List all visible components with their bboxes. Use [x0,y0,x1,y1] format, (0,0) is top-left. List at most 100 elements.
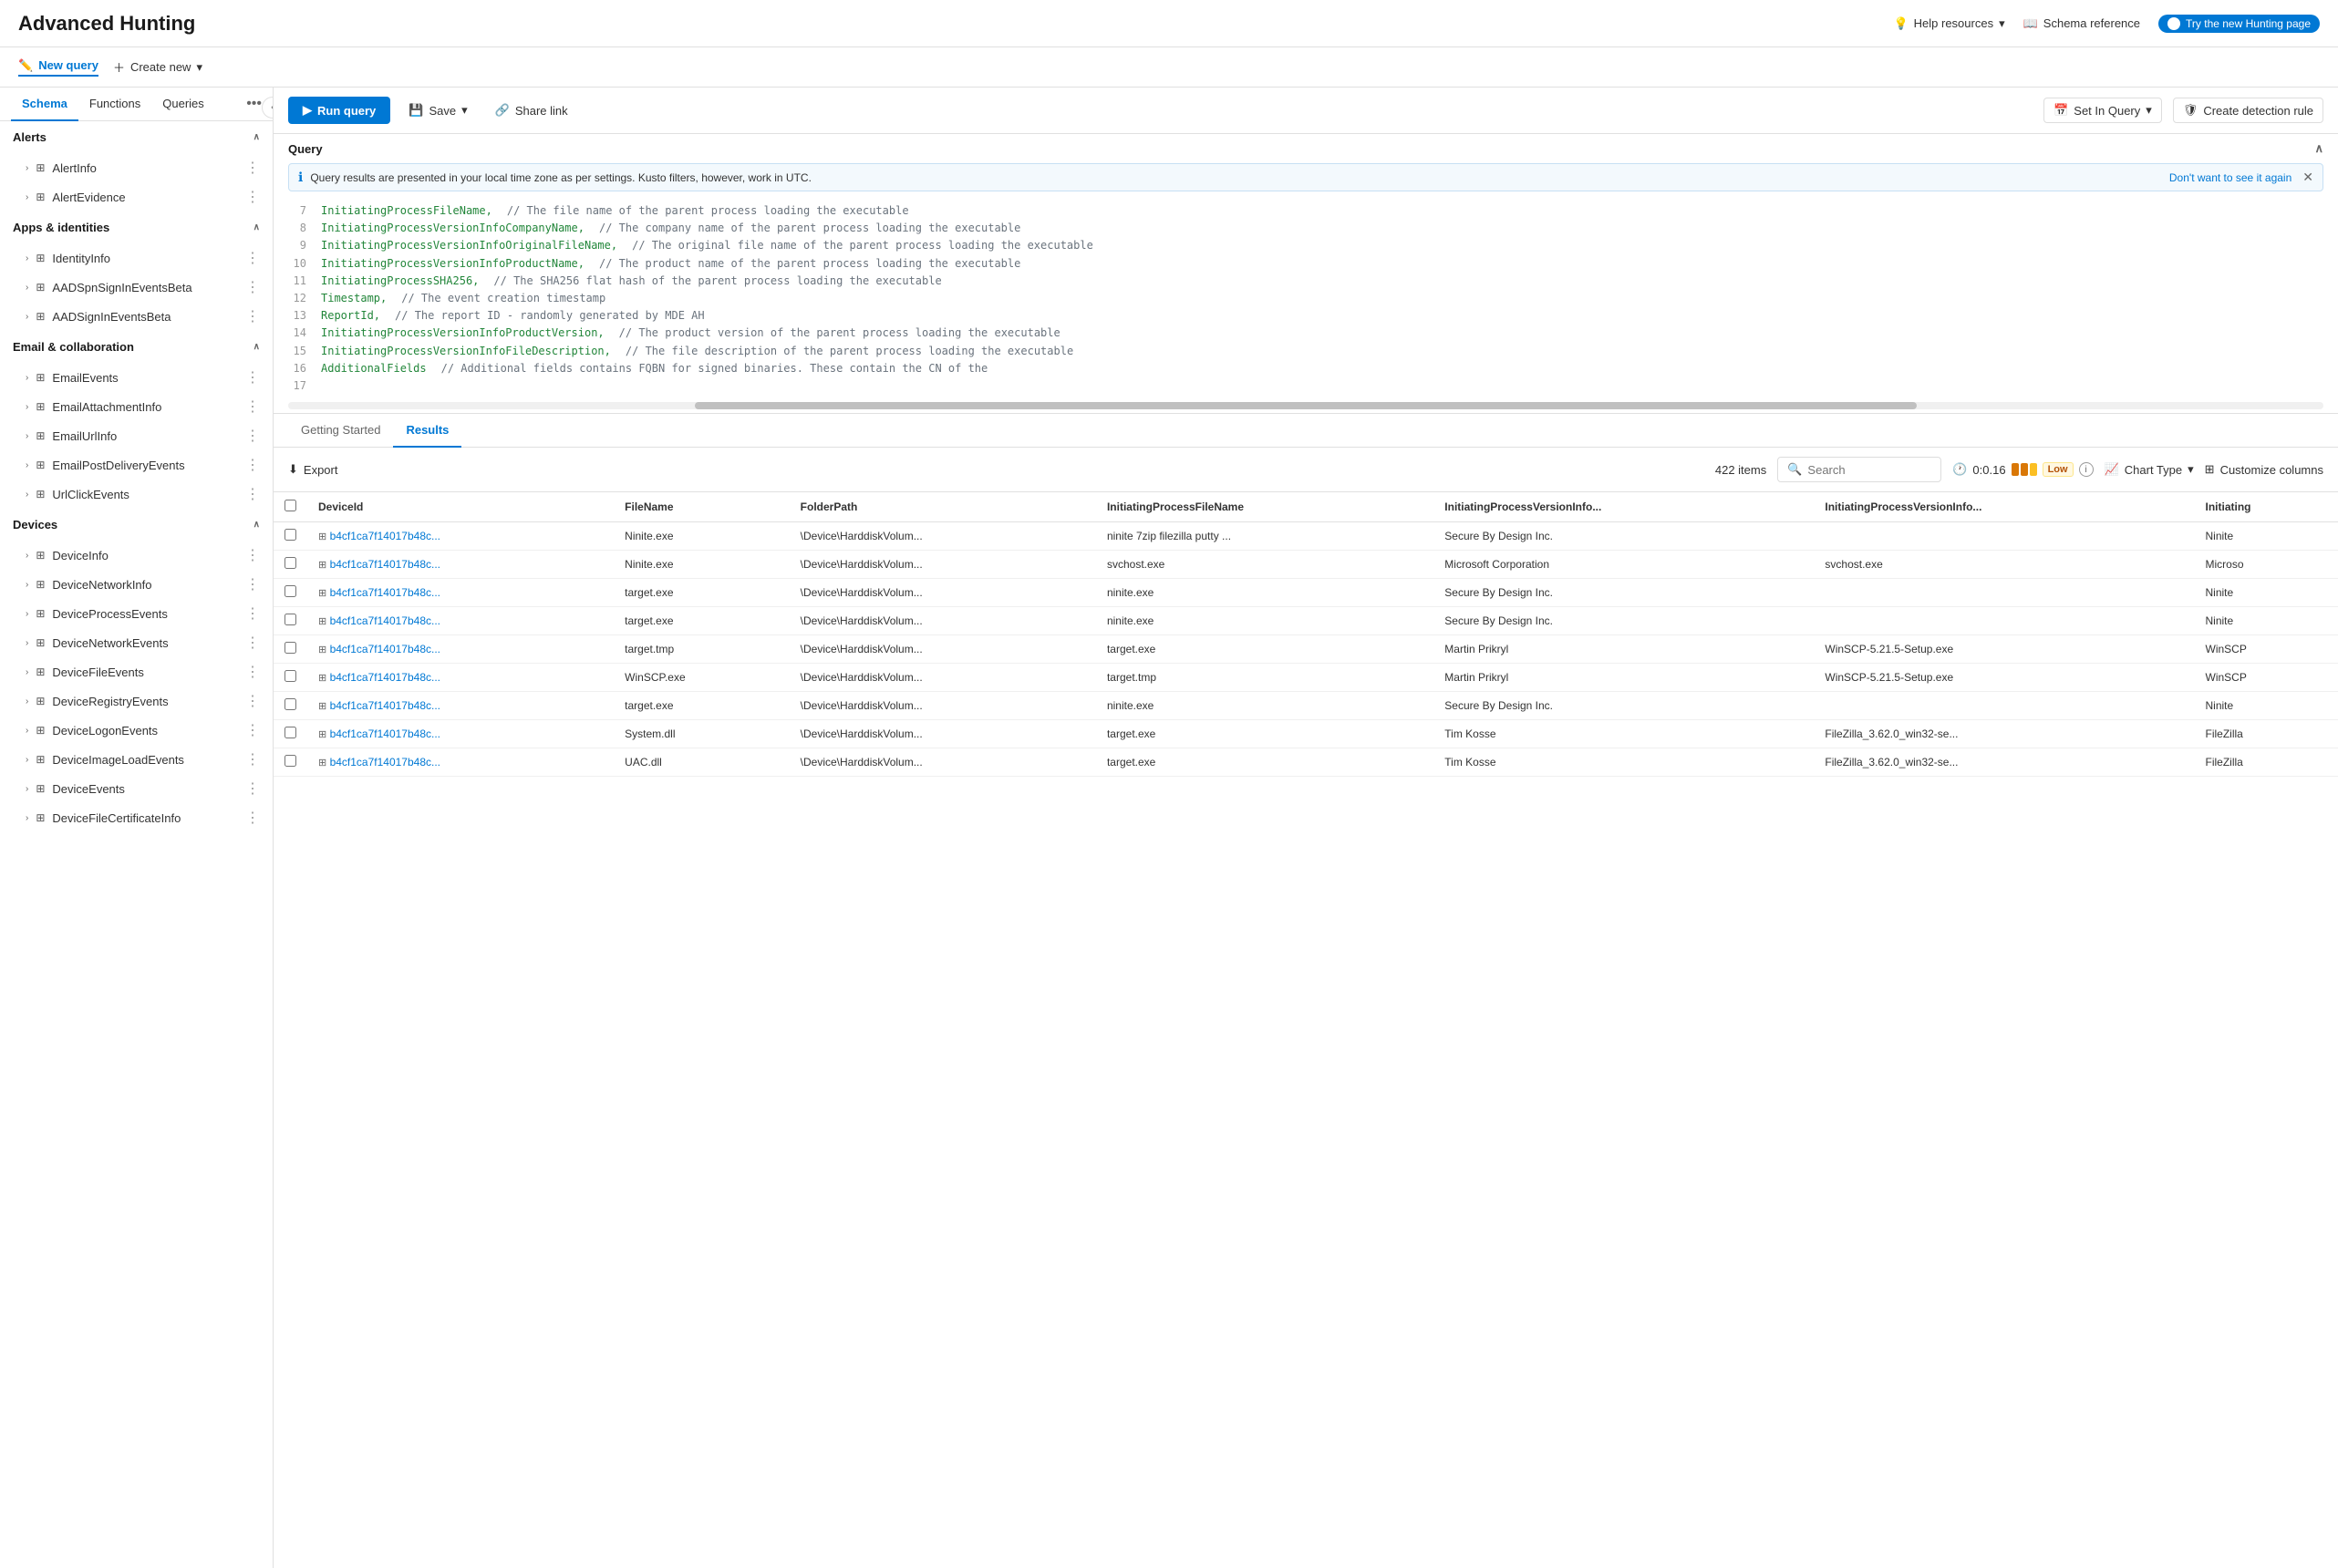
deviceid-link[interactable]: b4cf1ca7f14017b48c... [330,756,440,769]
more-icon[interactable]: ⋮ [245,663,260,681]
more-icon[interactable]: ⋮ [245,485,260,503]
more-icon[interactable]: ⋮ [245,809,260,827]
row-checkbox[interactable] [284,529,296,541]
export-button[interactable]: ⬇ Export [288,462,337,477]
set-in-query-button[interactable]: 📅 Set In Query ▾ [2043,98,2162,123]
cell-deviceid[interactable]: ⊞ b4cf1ca7f14017b48c... [307,748,614,777]
row-checkbox[interactable] [284,642,296,654]
new-query-button[interactable]: ✏️ New query [18,58,98,77]
sidebar-item-deviceevents[interactable]: › ⊞ DeviceEvents ⋮ [0,774,273,803]
row-checkbox[interactable] [284,698,296,710]
section-apps-identities-header[interactable]: Apps & identities ∧ [0,211,273,243]
row-checkbox-cell[interactable] [274,692,307,720]
row-checkbox[interactable] [284,614,296,625]
save-button[interactable]: 💾 Save ▾ [399,98,476,123]
deviceid-link[interactable]: b4cf1ca7f14017b48c... [330,530,440,542]
sidebar-item-emailpostdelivery[interactable]: › ⊞ EmailPostDeliveryEvents ⋮ [0,450,273,480]
row-checkbox-cell[interactable] [274,664,307,692]
close-banner-button[interactable]: ✕ [2302,170,2313,185]
col-deviceid[interactable]: DeviceId [307,492,614,522]
cell-deviceid[interactable]: ⊞ b4cf1ca7f14017b48c... [307,692,614,720]
col-filename[interactable]: FileName [614,492,790,522]
sidebar-item-devicefileevents[interactable]: › ⊞ DeviceFileEvents ⋮ [0,657,273,686]
more-icon[interactable]: ⋮ [245,575,260,593]
sidebar-item-deviceprocessevents[interactable]: › ⊞ DeviceProcessEvents ⋮ [0,599,273,628]
create-new-button[interactable]: ＋ Create new ▾ [113,58,202,76]
sidebar-item-alertinfo[interactable]: › ⊞ AlertInfo ⋮ [0,153,273,182]
more-icon[interactable]: ⋮ [245,750,260,769]
row-checkbox[interactable] [284,670,296,682]
row-checkbox-cell[interactable] [274,551,307,579]
row-checkbox-cell[interactable] [274,579,307,607]
section-email-header[interactable]: Email & collaboration ∧ [0,331,273,363]
more-icon[interactable]: ⋮ [245,456,260,474]
more-icon[interactable]: ⋮ [245,604,260,623]
sidebar-item-emailattachmentinfo[interactable]: › ⊞ EmailAttachmentInfo ⋮ [0,392,273,421]
select-all-header[interactable] [274,492,307,522]
sidebar-item-identityinfo[interactable]: › ⊞ IdentityInfo ⋮ [0,243,273,273]
more-icon[interactable]: ⋮ [245,368,260,387]
sidebar-item-deviceregistryevents[interactable]: › ⊞ DeviceRegistryEvents ⋮ [0,686,273,716]
more-icon[interactable]: ⋮ [245,546,260,564]
help-resources-button[interactable]: 💡 Help resources ▾ [1893,16,2004,31]
cell-deviceid[interactable]: ⊞ b4cf1ca7f14017b48c... [307,635,614,664]
more-icon[interactable]: ⋮ [245,721,260,739]
tab-getting-started[interactable]: Getting Started [288,414,393,448]
select-all-checkbox[interactable] [284,500,296,511]
cell-deviceid[interactable]: ⊞ b4cf1ca7f14017b48c... [307,551,614,579]
more-icon[interactable]: ⋮ [245,249,260,267]
sidebar-item-devicenetworkinfo[interactable]: › ⊞ DeviceNetworkInfo ⋮ [0,570,273,599]
tab-results[interactable]: Results [393,414,461,448]
sidebar-item-urlclickevents[interactable]: › ⊞ UrlClickEvents ⋮ [0,480,273,509]
sidebar-item-aadspnsigninevents[interactable]: › ⊞ AADSpnSignInEventsBeta ⋮ [0,273,273,302]
row-checkbox[interactable] [284,755,296,767]
sidebar-item-alertevidence[interactable]: › ⊞ AlertEvidence ⋮ [0,182,273,211]
more-icon[interactable]: ⋮ [245,634,260,652]
more-icon[interactable]: ⋮ [245,397,260,416]
search-box[interactable]: 🔍 [1777,457,1941,482]
row-checkbox-cell[interactable] [274,607,307,635]
row-checkbox-cell[interactable] [274,748,307,777]
col-folderpath[interactable]: FolderPath [790,492,1096,522]
sidebar-item-devicelogonevents[interactable]: › ⊞ DeviceLogonEvents ⋮ [0,716,273,745]
more-icon[interactable]: ⋮ [245,779,260,798]
cell-deviceid[interactable]: ⊞ b4cf1ca7f14017b48c... [307,522,614,551]
row-checkbox-cell[interactable] [274,720,307,748]
row-checkbox[interactable] [284,585,296,597]
more-icon[interactable]: ⋮ [245,692,260,710]
chart-type-button[interactable]: 📈 Chart Type ▾ [2105,462,2194,477]
sidebar-item-devicenetworkevents[interactable]: › ⊞ DeviceNetworkEvents ⋮ [0,628,273,657]
row-checkbox[interactable] [284,727,296,738]
deviceid-link[interactable]: b4cf1ca7f14017b48c... [330,727,440,740]
share-link-button[interactable]: 🔗 Share link [486,98,577,123]
col-versioninfo2[interactable]: InitiatingProcessVersionInfo... [1814,492,2194,522]
tab-functions[interactable]: Functions [78,88,151,121]
deviceid-link[interactable]: b4cf1ca7f14017b48c... [330,586,440,599]
sidebar-item-emailurlinfo[interactable]: › ⊞ EmailUrlInfo ⋮ [0,421,273,450]
sidebar-item-deviceimageloadevents[interactable]: › ⊞ DeviceImageLoadEvents ⋮ [0,745,273,774]
row-checkbox-cell[interactable] [274,522,307,551]
code-editor[interactable]: 7 InitiatingProcessFileName, // The file… [274,199,2338,402]
tab-queries[interactable]: Queries [151,88,215,121]
sidebar-more-icon[interactable]: ••• [246,96,262,112]
schema-reference-button[interactable]: 📖 Schema reference [2023,16,2140,31]
deviceid-link[interactable]: b4cf1ca7f14017b48c... [330,558,440,571]
section-alerts-header[interactable]: Alerts ∧ [0,121,273,153]
cell-deviceid[interactable]: ⊞ b4cf1ca7f14017b48c... [307,664,614,692]
code-scrollbar[interactable] [288,402,2323,409]
dont-show-button[interactable]: Don't want to see it again [2169,171,2291,184]
customize-columns-button[interactable]: ⊞ Customize columns [2205,462,2323,477]
col-initiating-filename[interactable]: InitiatingProcessFileName [1096,492,1433,522]
more-icon[interactable]: ⋮ [245,159,260,177]
search-input[interactable] [1807,463,1935,477]
create-detection-button[interactable]: 🛡 Create detection rule [2173,98,2323,123]
cell-deviceid[interactable]: ⊞ b4cf1ca7f14017b48c... [307,607,614,635]
query-collapse-button[interactable]: ∧ [2314,141,2323,156]
sidebar-item-emailevents[interactable]: › ⊞ EmailEvents ⋮ [0,363,273,392]
deviceid-link[interactable]: b4cf1ca7f14017b48c... [330,643,440,655]
more-icon[interactable]: ⋮ [245,188,260,206]
sidebar-item-devicefilecertinfo[interactable]: › ⊞ DeviceFileCertificateInfo ⋮ [0,803,273,832]
col-initiating[interactable]: Initiating [2195,492,2338,522]
more-icon[interactable]: ⋮ [245,427,260,445]
deviceid-link[interactable]: b4cf1ca7f14017b48c... [330,699,440,712]
